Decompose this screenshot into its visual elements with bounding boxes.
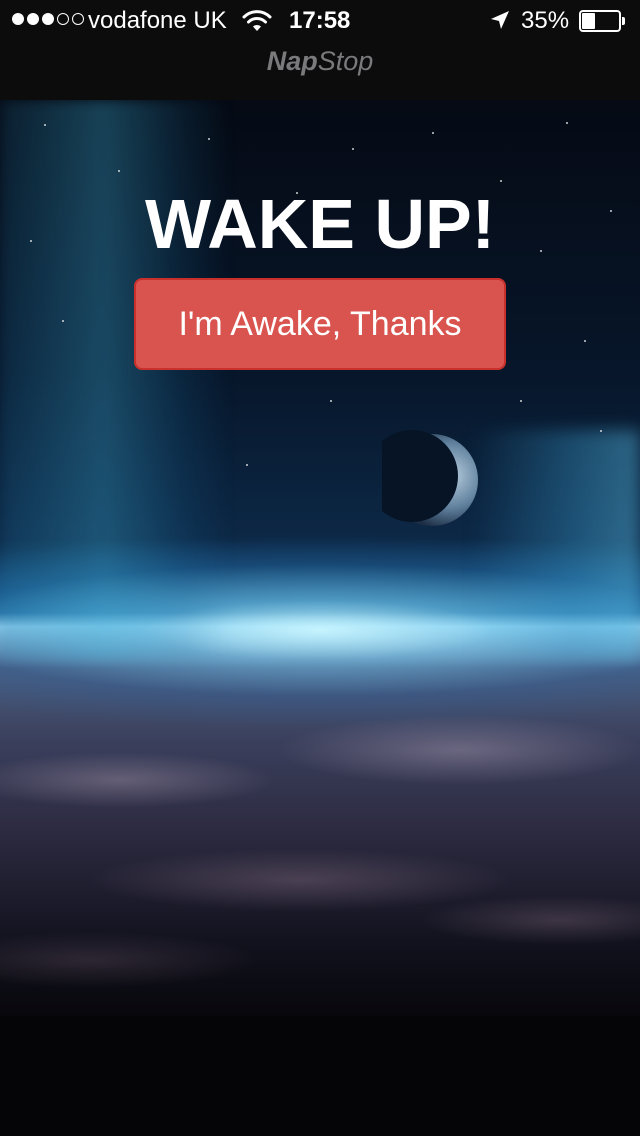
signal-dot bbox=[12, 13, 24, 25]
signal-dot bbox=[72, 13, 84, 25]
status-bar: vodafone UK 17:58 35% bbox=[0, 0, 640, 40]
app-title-regular: Stop bbox=[317, 46, 374, 76]
app-title-bold: Nap bbox=[266, 46, 318, 76]
battery-tip bbox=[622, 17, 625, 25]
signal-dot bbox=[57, 13, 69, 25]
status-time: 17:58 bbox=[289, 7, 351, 34]
alarm-screen: NapStop vodafone UK 17:58 35% WAKE UP! I… bbox=[0, 0, 640, 1136]
location-arrow-icon bbox=[491, 11, 509, 29]
im-awake-button[interactable]: I'm Awake, Thanks bbox=[134, 278, 506, 370]
app-title: NapStop bbox=[0, 46, 640, 77]
battery-percentage: 35% bbox=[521, 7, 570, 34]
signal-icon bbox=[12, 13, 84, 25]
battery-fill bbox=[582, 13, 595, 29]
signal-dot bbox=[42, 13, 54, 25]
battery-icon bbox=[579, 10, 625, 32]
bottom-toolbar-area bbox=[0, 1016, 640, 1136]
signal-dot bbox=[27, 13, 39, 25]
cloud-layer bbox=[0, 660, 640, 1016]
wifi-icon bbox=[242, 10, 272, 31]
carrier-name: vodafone UK bbox=[88, 7, 227, 34]
moon-crescent bbox=[382, 430, 478, 526]
wake-up-heading: WAKE UP! bbox=[145, 185, 495, 263]
